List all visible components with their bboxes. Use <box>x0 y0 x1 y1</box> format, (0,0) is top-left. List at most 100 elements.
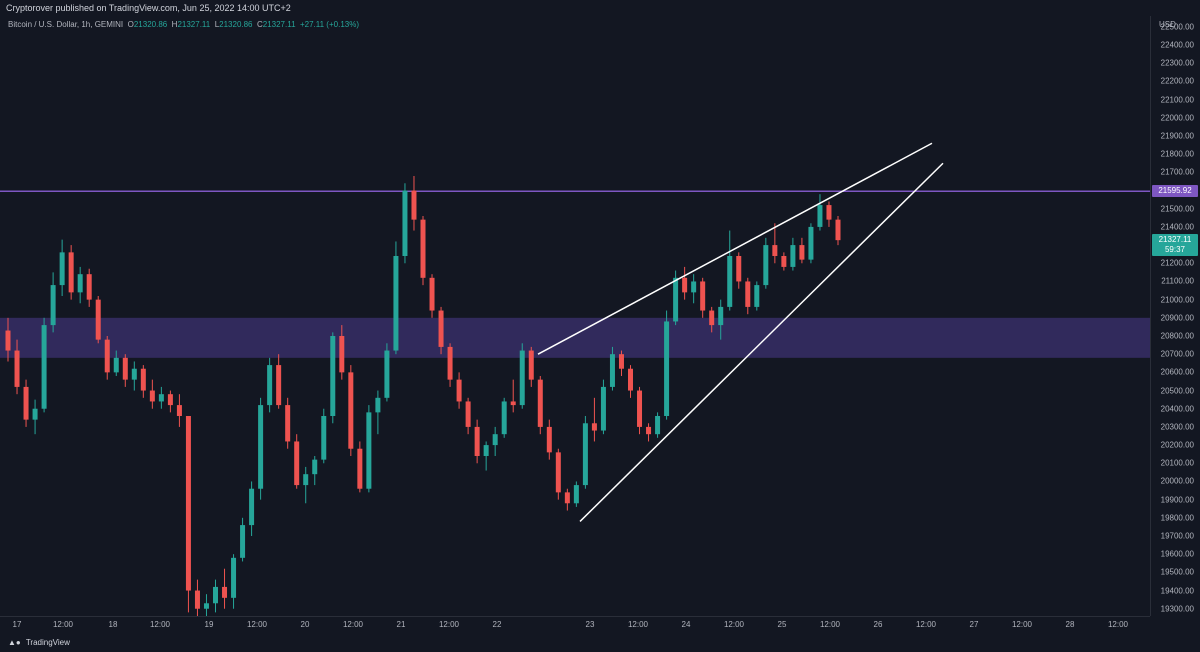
footer: ▲● TradingView <box>0 634 1200 652</box>
candle-body <box>501 401 507 435</box>
time-tick-label: 21 <box>396 620 406 629</box>
price-tick-label: 20100.00 <box>1160 458 1194 468</box>
candle-body <box>213 586 218 604</box>
candle-body <box>447 346 453 380</box>
candle-body <box>528 350 534 380</box>
candle-body <box>267 365 273 406</box>
candle-body <box>411 190 417 220</box>
candle-body <box>77 274 83 293</box>
resistance-zone <box>0 317 1150 358</box>
candle-body <box>609 354 615 387</box>
price-tick-label: 19600.00 <box>1160 549 1194 559</box>
candle-body <box>393 256 399 351</box>
candle-body <box>664 321 670 416</box>
price-tick-label: 21800.00 <box>1160 149 1194 159</box>
candle-body <box>185 416 191 591</box>
candle-body <box>357 448 363 489</box>
publish-text: Cryptorover published on TradingView.com… <box>6 3 291 13</box>
candle-body <box>465 401 471 427</box>
candlestick-chart[interactable] <box>0 16 1150 616</box>
price-tick-label: 20200.00 <box>1160 440 1194 450</box>
candle-body <box>167 394 173 406</box>
candle-body <box>438 310 444 347</box>
candle-body <box>510 401 516 406</box>
candle-body <box>673 277 679 322</box>
tradingview-logo-icon: ▲● <box>8 638 21 647</box>
price-tick-label: 21200.00 <box>1160 258 1194 268</box>
time-tick-label: 12:00 <box>915 620 937 629</box>
candle-body <box>131 368 137 380</box>
candle-body <box>312 459 318 475</box>
price-tick-label: 19400.00 <box>1160 586 1194 596</box>
time-tick-label: 27 <box>969 620 979 629</box>
candle-body <box>618 354 624 369</box>
candle-body <box>14 350 20 387</box>
candle-body <box>745 281 751 307</box>
time-tick-label: 12:00 <box>1107 620 1129 629</box>
candle-body <box>384 350 390 398</box>
price-tick-label: 19300.00 <box>1160 604 1194 614</box>
last-price-value: 21327.11 <box>1158 235 1192 245</box>
candle-body <box>258 405 264 489</box>
time-axis[interactable]: 17 12:00 18 12:00 19 12:00 20 12:00 21 12:00 22 23 1… <box>0 616 1150 634</box>
price-tick-label: 22000.00 <box>1160 113 1194 123</box>
time-tick-label: 18 <box>108 620 118 629</box>
candle-body <box>231 557 237 598</box>
candle-body <box>709 310 715 326</box>
candle-body <box>95 299 101 340</box>
time-tick-label: 12:00 <box>246 620 268 629</box>
candle-body <box>41 325 47 409</box>
candle-body <box>591 423 597 431</box>
time-tick-label: 12:00 <box>438 620 460 629</box>
price-tick-label: 21100.00 <box>1161 276 1194 286</box>
candle-body <box>366 412 372 489</box>
candle-body <box>799 245 805 260</box>
time-tick-label: 12:00 <box>819 620 841 629</box>
candle-body <box>600 386 606 431</box>
price-tick-label: 20600.00 <box>1160 367 1194 377</box>
candle-body <box>537 379 543 427</box>
price-tick-label: 20700.00 <box>1160 349 1194 359</box>
price-tick-label: 22300.00 <box>1160 58 1194 68</box>
candle-body <box>420 219 426 278</box>
candle-body <box>763 245 769 286</box>
candle-body <box>483 445 489 456</box>
candle-body <box>727 256 733 307</box>
price-tick-label: 20000.00 <box>1160 476 1194 486</box>
candle-body <box>655 416 661 435</box>
candle-body <box>285 405 291 442</box>
candle-body <box>691 281 697 293</box>
candle-body <box>835 219 841 241</box>
candle-body <box>817 205 823 227</box>
horizontal-level-price-label: 21595.92 <box>1152 185 1198 198</box>
candle-body <box>772 245 778 256</box>
candle-body <box>429 277 435 311</box>
time-tick-label: 17 <box>12 620 22 629</box>
price-tick-label: 19800.00 <box>1160 513 1194 523</box>
candle-body <box>294 441 300 486</box>
candle-body <box>682 277 688 293</box>
time-tick-label: 22 <box>492 620 502 629</box>
candle-body <box>149 390 155 402</box>
price-axis[interactable]: USD 22500.00 22400.00 22300.00 22200.00 2210… <box>1150 16 1200 616</box>
time-tick-label: 23 <box>585 620 595 629</box>
time-tick-label: 19 <box>204 620 214 629</box>
candle-body <box>303 474 309 486</box>
time-tick-label: 12:00 <box>342 620 364 629</box>
price-tick-label: 20300.00 <box>1160 422 1194 432</box>
time-tick-label: 28 <box>1065 620 1075 629</box>
candle-body <box>826 205 832 220</box>
candle-body <box>276 365 282 406</box>
candle-body <box>808 226 814 260</box>
price-tick-label: 19900.00 <box>1160 495 1194 505</box>
price-tick-label: 21900.00 <box>1160 131 1194 141</box>
price-tick-label: 20900.00 <box>1160 313 1194 323</box>
candle-body <box>104 339 110 373</box>
chart-pane[interactable] <box>0 16 1150 616</box>
price-tick-label: 19500.00 <box>1160 567 1194 577</box>
candle-body <box>249 488 255 526</box>
price-tick-label: 20500.00 <box>1160 386 1194 396</box>
candle-body <box>140 368 146 391</box>
candle-body <box>555 452 561 493</box>
candle-body <box>781 256 787 267</box>
